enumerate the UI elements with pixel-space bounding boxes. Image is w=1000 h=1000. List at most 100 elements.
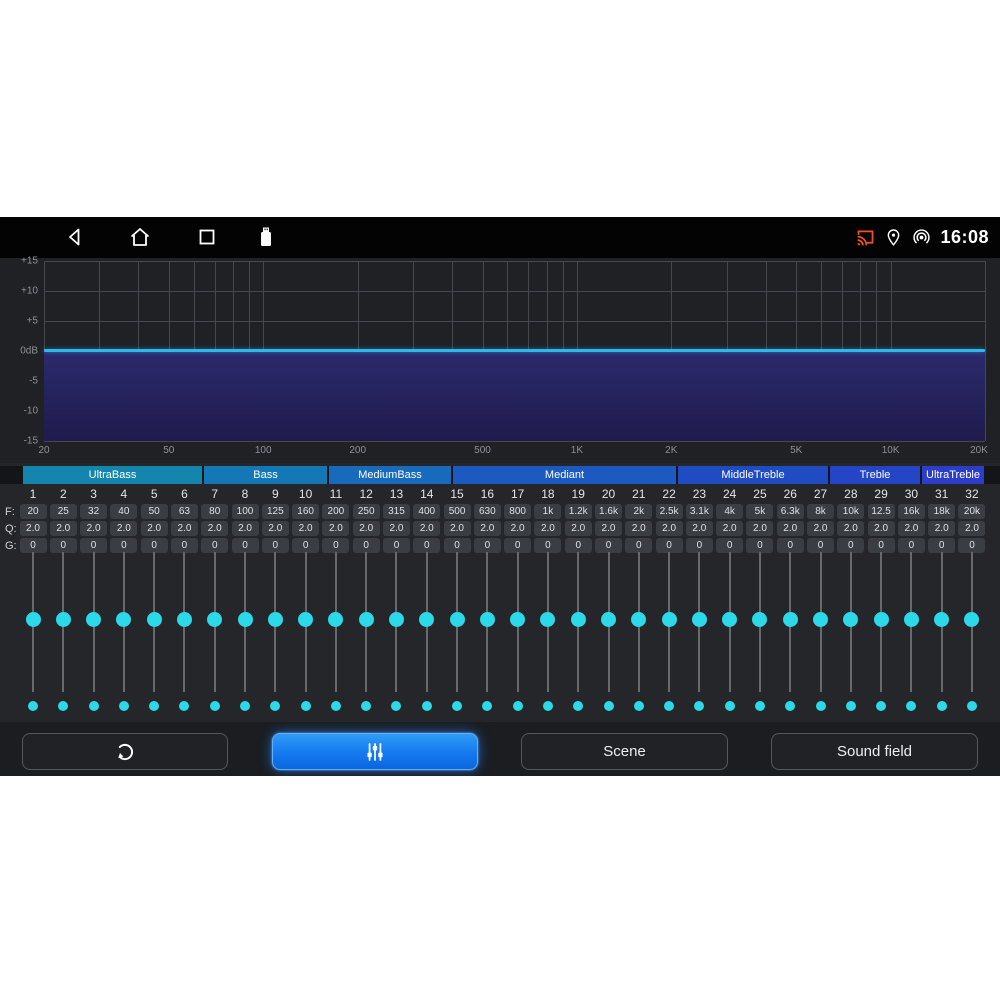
band-segment-label: Treble bbox=[860, 469, 891, 481]
channel-q-value: 2.0 bbox=[474, 521, 501, 536]
channel-q-value: 2.0 bbox=[504, 521, 531, 536]
channel-slider-handle[interactable] bbox=[631, 612, 646, 627]
channel-q-value: 2.0 bbox=[686, 521, 713, 536]
channel-slider-handle[interactable] bbox=[692, 612, 707, 627]
channel-number: 2 bbox=[48, 487, 78, 501]
channel-number: 1 bbox=[18, 487, 48, 501]
channel-slider-handle[interactable] bbox=[722, 612, 737, 627]
channel-slider-handle[interactable] bbox=[389, 612, 404, 627]
usb-icon[interactable] bbox=[254, 225, 278, 249]
channel-frequency-value: 1k bbox=[534, 504, 561, 519]
channel-slider-handle[interactable] bbox=[480, 612, 495, 627]
channel-number: 15 bbox=[442, 487, 472, 501]
channel-slider-handle[interactable] bbox=[419, 612, 434, 627]
channel-indicator-dot bbox=[28, 701, 38, 711]
chart-x-tick-label: 500 bbox=[474, 445, 491, 456]
band-segment-ultratreble: UltraTreble bbox=[922, 466, 984, 484]
channel-slider-handle[interactable] bbox=[662, 612, 677, 627]
channel-slider-handle[interactable] bbox=[571, 612, 586, 627]
channel-frequency-value: 40 bbox=[110, 504, 137, 519]
channel-slider-handle[interactable] bbox=[964, 612, 979, 627]
channel-slider-handle[interactable] bbox=[328, 612, 343, 627]
channel-indicator-dot bbox=[391, 701, 401, 711]
channel-frequency-value: 63 bbox=[171, 504, 198, 519]
channel-frequency-value: 5k bbox=[746, 504, 773, 519]
channel-q-value: 2.0 bbox=[716, 521, 743, 536]
channel-frequency-value: 500 bbox=[444, 504, 471, 519]
channel-indicator-dot bbox=[725, 701, 735, 711]
channel-slider-handle[interactable] bbox=[298, 612, 313, 627]
channel-number: 10 bbox=[291, 487, 321, 501]
equalizer-sliders-icon bbox=[362, 739, 388, 765]
back-icon[interactable] bbox=[63, 225, 87, 249]
chart-y-tick-label: 0dB bbox=[0, 346, 38, 357]
channel-frequency-value: 4k bbox=[716, 504, 743, 519]
channel-q-value: 2.0 bbox=[292, 521, 319, 536]
channel-gain-value: 0 bbox=[928, 538, 955, 553]
channel-gain-value: 0 bbox=[201, 538, 228, 553]
channel-indicator-dot bbox=[179, 701, 189, 711]
channel-slider-handle[interactable] bbox=[26, 612, 41, 627]
channel-slider-handle[interactable] bbox=[238, 612, 253, 627]
channel-q-value: 2.0 bbox=[595, 521, 622, 536]
channel-number: 16 bbox=[472, 487, 502, 501]
channel-frequency-value: 100 bbox=[232, 504, 259, 519]
channel-q-value: 2.0 bbox=[656, 521, 683, 536]
channel-frequency-value: 18k bbox=[928, 504, 955, 519]
channel-gain-value: 0 bbox=[565, 538, 592, 553]
channel-slider-handle[interactable] bbox=[601, 612, 616, 627]
chart-gridline-vertical bbox=[985, 261, 986, 441]
channel-gain-value: 0 bbox=[807, 538, 834, 553]
channel-indicator-dot bbox=[452, 701, 462, 711]
channel-slider-handle[interactable] bbox=[147, 612, 162, 627]
channel-frequency-value: 3.1k bbox=[686, 504, 713, 519]
chart-x-tick-label: 100 bbox=[255, 445, 272, 456]
chart-y-tick-label: +15 bbox=[0, 256, 38, 267]
eq-response-line bbox=[44, 349, 985, 352]
channel-number: 3 bbox=[79, 487, 109, 501]
channel-slider-handle[interactable] bbox=[874, 612, 889, 627]
channel-indicator-dot bbox=[906, 701, 916, 711]
equalizer-button[interactable] bbox=[272, 733, 478, 770]
chart-y-tick-label: -15 bbox=[0, 436, 38, 447]
reset-button[interactable] bbox=[22, 733, 228, 770]
sound-field-button[interactable]: Sound field bbox=[771, 733, 978, 770]
channel-frequency-value: 800 bbox=[504, 504, 531, 519]
band-bar: UltraBassBassMediumBassMediantMiddleTreb… bbox=[0, 466, 1000, 484]
channel-frequency-value: 16k bbox=[898, 504, 925, 519]
channel-frequency-value: 32 bbox=[80, 504, 107, 519]
channel-slider-handle[interactable] bbox=[783, 612, 798, 627]
channel-slider-handle[interactable] bbox=[177, 612, 192, 627]
home-icon[interactable] bbox=[128, 225, 152, 249]
channel-slider-handle[interactable] bbox=[934, 612, 949, 627]
channel-slider-handle[interactable] bbox=[268, 612, 283, 627]
band-segment-mediant: Mediant bbox=[453, 466, 676, 484]
channel-slider-handle[interactable] bbox=[116, 612, 131, 627]
channel-slider-handle[interactable] bbox=[843, 612, 858, 627]
channel-slider-handle[interactable] bbox=[813, 612, 828, 627]
channel-gain-value: 0 bbox=[504, 538, 531, 553]
channel-slider-handle[interactable] bbox=[207, 612, 222, 627]
channel-slider-handle[interactable] bbox=[359, 612, 374, 627]
channel-slider-handle[interactable] bbox=[904, 612, 919, 627]
channel-slider-handle[interactable] bbox=[540, 612, 555, 627]
channel-number: 25 bbox=[745, 487, 775, 501]
recents-icon[interactable] bbox=[195, 225, 219, 249]
channel-slider-handle[interactable] bbox=[752, 612, 767, 627]
channel-gain-value: 0 bbox=[746, 538, 773, 553]
channel-number: 27 bbox=[806, 487, 836, 501]
channel-slider-handle[interactable] bbox=[510, 612, 525, 627]
chart-gridline-horizontal bbox=[44, 291, 985, 292]
band-segment-label: MediumBass bbox=[358, 469, 422, 481]
channel-slider-handle[interactable] bbox=[86, 612, 101, 627]
channel-number: 11 bbox=[321, 487, 351, 501]
channel-slider-handle[interactable] bbox=[56, 612, 71, 627]
channel-number: 8 bbox=[230, 487, 260, 501]
channel-indicator-dot bbox=[937, 701, 947, 711]
scene-button[interactable]: Scene bbox=[521, 733, 728, 770]
channel-number: 28 bbox=[836, 487, 866, 501]
channel-slider-handle[interactable] bbox=[450, 612, 465, 627]
channel-q-value: 2.0 bbox=[444, 521, 471, 536]
channel-q-value: 2.0 bbox=[171, 521, 198, 536]
channel-frequency-value: 400 bbox=[413, 504, 440, 519]
